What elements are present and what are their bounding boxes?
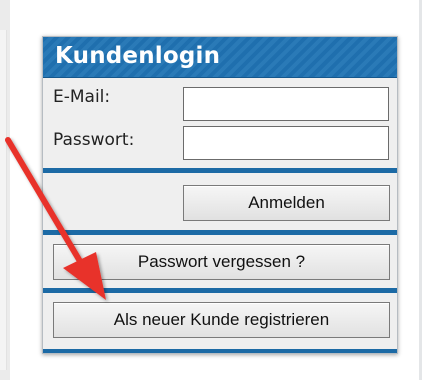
separator [43,230,397,235]
login-button[interactable]: Anmelden [183,185,390,221]
login-title: Kundenlogin [55,43,221,69]
password-field[interactable] [183,126,389,160]
customer-login-box: Kundenlogin E-Mail: Passwort: Anmelden P… [42,36,398,354]
login-header: Kundenlogin [43,37,397,78]
right-edge-divider [419,0,422,380]
left-panel-edge [0,30,7,370]
login-footer-bar [43,349,397,353]
password-label: Passwort: [53,130,135,150]
separator [43,168,397,173]
email-field[interactable] [183,87,389,121]
email-label: E-Mail: [53,87,111,107]
forgot-password-button[interactable]: Passwort vergessen ? [53,244,390,280]
register-button[interactable]: Als neuer Kunde registrieren [53,302,390,338]
separator [43,288,397,293]
